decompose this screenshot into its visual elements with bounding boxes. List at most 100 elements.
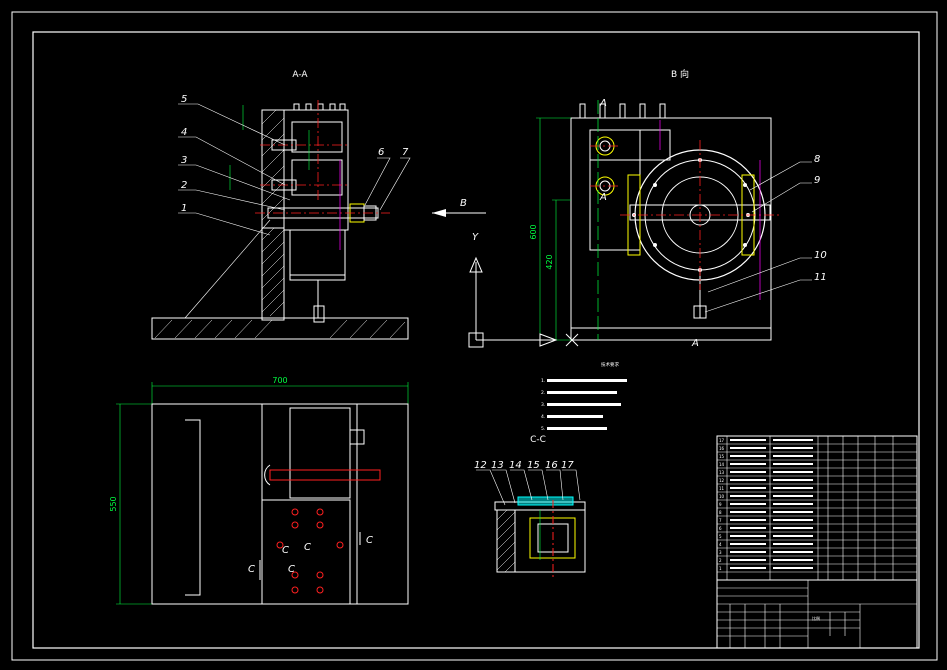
bom-row-name — [773, 455, 813, 457]
tech-note-2: 2. — [541, 390, 545, 396]
bom-row-code — [730, 487, 766, 489]
bom-row-name — [773, 519, 813, 521]
title-block: 比例 — [716, 579, 918, 649]
bom-row-code — [730, 511, 766, 513]
part-label-1: 1 — [181, 203, 187, 214]
bom-row-name — [773, 511, 813, 513]
column-hatch — [154, 227, 406, 339]
part-label-16: 16 — [545, 460, 558, 471]
bom-row-code — [730, 551, 766, 553]
bom-row-code — [730, 519, 766, 521]
bom-row-name — [773, 479, 813, 481]
scale-label: 比例 — [812, 615, 820, 621]
bom-row-name — [773, 527, 813, 529]
bom-row-number: 17 — [719, 438, 725, 443]
part-label-4: 4 — [181, 127, 187, 138]
bom-row-code — [730, 471, 766, 473]
bom-row-code — [730, 479, 766, 481]
base-plate — [151, 317, 409, 340]
bom-row-number: 1 — [719, 566, 722, 571]
part-label-12: 12 — [474, 460, 487, 471]
arrow-b-label: B — [460, 198, 467, 209]
section-aa-view: A-A 5 4 3 2 1 6 7 B — [151, 70, 486, 340]
bom-row-name — [773, 567, 813, 569]
bom-row-number: 14 — [719, 462, 725, 467]
bom-row-code — [730, 495, 766, 497]
bom-row-name — [773, 447, 813, 449]
bom-row-number: 16 — [719, 446, 725, 451]
section-a-top: A — [599, 98, 607, 109]
section-cc-view: C-C 12 13 14 15 16 17 — [474, 435, 586, 578]
technical-notes: 技术要求 1. 2. 3. 4. 5. — [541, 361, 627, 432]
section-aa-title: A-A — [292, 70, 308, 80]
outer-frame — [11, 11, 938, 661]
bom-row-number: 11 — [719, 486, 725, 491]
upright-column — [261, 227, 285, 321]
bom-row-number: 10 — [719, 494, 725, 499]
bom-row-code — [730, 463, 766, 465]
part-label-11: 11 — [814, 272, 827, 283]
part-label-3: 3 — [181, 155, 187, 166]
dim-height-600: 600 — [529, 224, 538, 239]
bill-of-materials: 17 16 15 14 13 12 11 10 9 8 7 6 5 4 3 2 1 — [716, 435, 918, 581]
part-label-8: 8 — [814, 154, 820, 165]
bom-row-name — [773, 551, 813, 553]
bom-row-name — [773, 439, 813, 441]
bom-row-name — [773, 487, 813, 489]
part-label-6: 6 — [378, 147, 384, 158]
axis-y-label: Y — [472, 232, 479, 243]
bom-row-code — [730, 439, 766, 441]
bom-row-number: 3 — [719, 550, 722, 555]
part-label-15: 15 — [527, 460, 540, 471]
section-c-mid1: C — [282, 545, 289, 556]
part-label-9: 9 — [814, 175, 820, 186]
bom-row-number: 13 — [719, 470, 725, 475]
bom-row-name — [773, 543, 813, 545]
bom-row-name — [773, 535, 813, 537]
section-c-left: C — [248, 564, 255, 575]
dim-height-420: 420 — [545, 254, 554, 269]
bom-row-name — [773, 503, 813, 505]
bom-row-name — [773, 471, 813, 473]
part-label-17: 17 — [561, 460, 574, 471]
bom-row-name — [773, 559, 813, 561]
part-label-2: 2 — [181, 180, 187, 191]
tech-note-5: 5. — [541, 426, 545, 432]
tech-note-1: 1. — [541, 378, 545, 384]
plan-view: 700 550 C C C C C — [109, 376, 409, 605]
plan-outline — [151, 403, 409, 605]
bom-row-number: 8 — [719, 510, 722, 515]
view-b: B 向 A A A 600 420 8 9 10 11 Y — [468, 68, 827, 349]
bom-row-code — [730, 535, 766, 537]
cad-drawing: A-A 5 4 3 2 1 6 7 B B 向 A A A 600 420 8 … — [11, 11, 938, 661]
section-c-edge: C — [366, 535, 373, 546]
bom-row-code — [730, 559, 766, 561]
bom-row-number: 9 — [719, 502, 722, 507]
bom-row-code — [730, 567, 766, 569]
view-b-title: B 向 — [671, 68, 689, 80]
section-cc-title: C-C — [530, 435, 546, 445]
part-label-5: 5 — [181, 94, 187, 105]
bom-row-name — [773, 463, 813, 465]
ucs-axis — [468, 256, 579, 348]
tech-note-4: 4. — [541, 414, 545, 420]
part-label-14: 14 — [509, 460, 522, 471]
bom-row-number: 15 — [719, 454, 725, 459]
bom-row-number: 6 — [719, 526, 722, 531]
section-c-right: C — [288, 564, 295, 575]
bom-row-code — [730, 543, 766, 545]
bom-row-number: 12 — [719, 478, 725, 483]
dim-width-700: 700 — [272, 376, 287, 385]
dim-depth-550: 550 — [109, 496, 118, 511]
bom-row-number: 7 — [719, 518, 722, 523]
section-a-bottom: A — [691, 338, 699, 349]
bom-row-code — [730, 503, 766, 505]
bom-row-code — [730, 447, 766, 449]
plan-shaft — [269, 469, 381, 481]
section-a-mid: A — [599, 192, 607, 203]
clamp-housing — [283, 109, 349, 231]
part-label-13: 13 — [491, 460, 504, 471]
tech-note-3: 3. — [541, 402, 545, 408]
part-label-10: 10 — [814, 250, 827, 261]
bom-row-name — [773, 495, 813, 497]
